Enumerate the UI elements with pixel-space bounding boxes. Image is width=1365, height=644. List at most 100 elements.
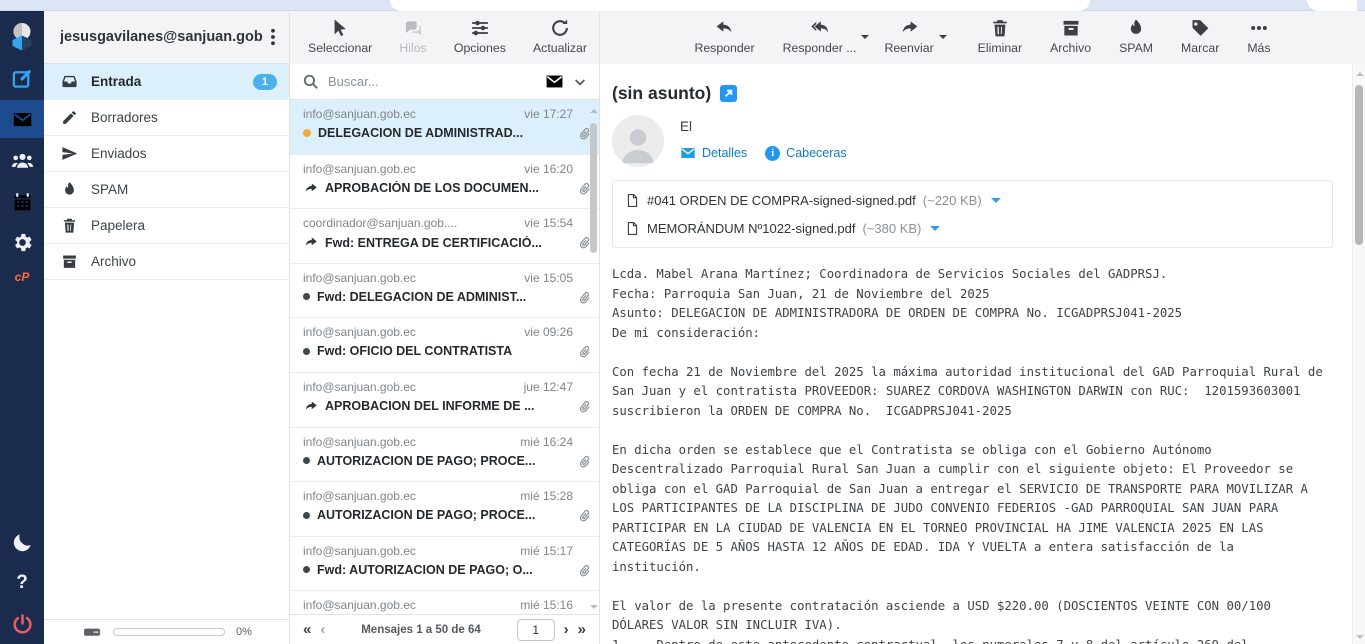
- first-page-button[interactable]: «: [303, 622, 311, 637]
- quota-progress-bar: [113, 628, 225, 636]
- message-row[interactable]: info@sanjuan.gob.ecvie 17:27DELEGACION D…: [290, 100, 599, 155]
- forward-button[interactable]: Reenviar: [882, 18, 935, 64]
- spam-icon: [1126, 18, 1146, 38]
- folder-label: Entrada: [91, 74, 141, 89]
- folder-actions-menu-button[interactable]: [263, 26, 283, 48]
- cpanel-button[interactable]: cP: [0, 264, 44, 290]
- open-in-new-window-icon[interactable]: [720, 85, 737, 102]
- message-sender: info@sanjuan.gob.ec: [303, 325, 416, 339]
- scroll-up-arrow[interactable]: [1356, 72, 1364, 76]
- list-scrollbar-thumb[interactable]: [590, 123, 597, 253]
- message-row[interactable]: info@sanjuan.gob.ecmié 15:17Fwd: AUTORIZ…: [290, 537, 599, 592]
- message-row[interactable]: coordinador@sanjuan.gob....vie 15:54Fwd:…: [290, 209, 599, 264]
- content-scrollbar[interactable]: [1352, 64, 1365, 644]
- message-date: vie 17:27: [524, 107, 573, 121]
- toolbar-label: Reenviar: [884, 41, 933, 55]
- list-pagination: « ‹ Mensajes 1 a 50 de 64 › »: [290, 614, 599, 644]
- folder-label: Archivo: [91, 254, 136, 269]
- reply-icon: [715, 18, 735, 38]
- message-date: mié 15:16: [520, 598, 573, 612]
- sent-icon: [61, 145, 78, 162]
- archive-icon: [61, 253, 78, 270]
- select-button[interactable]: Seleccionar: [306, 18, 374, 55]
- details-label: Detalles: [702, 146, 747, 160]
- spam-icon: [61, 181, 78, 198]
- folder-item-archivo[interactable]: Archivo: [44, 244, 289, 280]
- content-scrollbar-thumb[interactable]: [1355, 85, 1363, 245]
- headers-toggle[interactable]: i Cabeceras: [765, 146, 846, 161]
- archive-button[interactable]: Archivo: [1048, 18, 1093, 64]
- pdf-icon: [625, 193, 640, 208]
- body-paragraph: En dicha orden se establece que el Contr…: [612, 441, 1327, 578]
- message-row[interactable]: info@sanjuan.gob.ec mié 15:16: [290, 591, 599, 614]
- attachment-item[interactable]: MEMORÁNDUM Nº1022-signed.pdf(~380 KB): [625, 214, 1320, 242]
- power-icon: [11, 613, 34, 636]
- message-row[interactable]: info@sanjuan.gob.ecmié 16:24AUTORIZACION…: [290, 428, 599, 483]
- chevron-down-icon[interactable]: [573, 75, 587, 89]
- scroll-down-arrow[interactable]: [590, 605, 598, 609]
- message-row[interactable]: info@sanjuan.gob.ecvie 16:20APROBACIÓN D…: [290, 155, 599, 210]
- mail-toolbar: Responder Responder ... Reenviar Eliminar Ar…: [600, 11, 1365, 64]
- details-toggle[interactable]: Detalles: [680, 145, 747, 161]
- more-button[interactable]: Más: [1245, 18, 1272, 64]
- message-sender: info@sanjuan.gob.ec: [303, 598, 416, 612]
- pdf-icon: [625, 221, 640, 236]
- refresh-button[interactable]: Actualizar: [531, 18, 589, 55]
- message-date: mié 16:24: [520, 435, 573, 449]
- folder-item-borradores[interactable]: Borradores: [44, 100, 289, 136]
- message-subject: AUTORIZACION DE PAGO; PROCE...: [317, 508, 535, 522]
- reply-all-icon: [810, 18, 830, 38]
- spam-button[interactable]: SPAM: [1117, 18, 1155, 64]
- options-button[interactable]: Opciones: [452, 18, 508, 55]
- folder-item-enviados[interactable]: Enviados: [44, 136, 289, 172]
- unread-badge: 1: [253, 74, 277, 90]
- browser-chrome-corner: [1307, 0, 1357, 11]
- toolbar-label: Opciones: [454, 41, 506, 55]
- page-number-input[interactable]: [517, 619, 555, 641]
- delete-button[interactable]: Eliminar: [976, 18, 1024, 64]
- help-button[interactable]: ?: [0, 564, 44, 602]
- dark-mode-button[interactable]: [0, 523, 44, 561]
- toolbar-label: Responder ...: [783, 41, 857, 55]
- dropdown-caret-icon[interactable]: [861, 35, 869, 43]
- options-icon: [470, 18, 490, 38]
- message-sender: info@sanjuan.gob.ec: [303, 271, 416, 285]
- gear-icon: [11, 231, 34, 254]
- reply-button[interactable]: Responder: [692, 18, 756, 64]
- next-page-button[interactable]: ›: [564, 622, 569, 637]
- attachment-name: #041 ORDEN DE COMPRA-signed-signed.pdf: [647, 193, 916, 208]
- mark-button[interactable]: Marcar: [1179, 18, 1221, 64]
- search-input[interactable]: [328, 74, 536, 89]
- search-icon: [302, 73, 319, 90]
- folder-item-papelera[interactable]: Papelera: [44, 208, 289, 244]
- compose-button[interactable]: [0, 59, 44, 97]
- toolbar-label: SPAM: [1119, 41, 1153, 55]
- logout-button[interactable]: [0, 605, 44, 643]
- rail-calendar-button[interactable]: [0, 182, 44, 220]
- attachment-menu-caret[interactable]: [991, 198, 1001, 208]
- rail-mail-button[interactable]: [0, 100, 44, 138]
- message-row[interactable]: info@sanjuan.gob.ecjue 12:47APROBACION D…: [290, 373, 599, 428]
- attachment-menu-caret[interactable]: [930, 226, 940, 236]
- last-page-button[interactable]: »: [578, 622, 586, 637]
- threads-button[interactable]: Hilos: [397, 18, 428, 55]
- prev-page-button[interactable]: ‹: [320, 622, 325, 637]
- message-range-label: Mensajes 1 a 50 de 64: [334, 624, 507, 636]
- message-row[interactable]: info@sanjuan.gob.ecvie 09:26Fwd: OFICIO …: [290, 318, 599, 373]
- rail-settings-button[interactable]: [0, 223, 44, 261]
- search-scope-icon[interactable]: [545, 72, 564, 91]
- folder-item-entrada[interactable]: Entrada 1: [44, 64, 289, 100]
- reply-all-button[interactable]: Responder ...: [781, 18, 859, 64]
- info-icon: i: [765, 146, 780, 161]
- folder-item-spam[interactable]: SPAM: [44, 172, 289, 208]
- scroll-down-arrow[interactable]: [1356, 635, 1364, 639]
- attachment-item[interactable]: #041 ORDEN DE COMPRA-signed-signed.pdf(~…: [625, 186, 1320, 214]
- rail-contacts-button[interactable]: [0, 141, 44, 179]
- list-scrollbar[interactable]: [588, 101, 598, 613]
- message-row[interactable]: info@sanjuan.gob.ecvie 15:05Fwd: DELEGAC…: [290, 264, 599, 319]
- dropdown-caret-icon[interactable]: [939, 35, 947, 43]
- inbox-icon: [61, 73, 78, 90]
- message-row[interactable]: info@sanjuan.gob.ecmié 15:28AUTORIZACION…: [290, 482, 599, 537]
- scroll-up-arrow[interactable]: [590, 109, 598, 113]
- message-sender: info@sanjuan.gob.ec: [303, 380, 416, 394]
